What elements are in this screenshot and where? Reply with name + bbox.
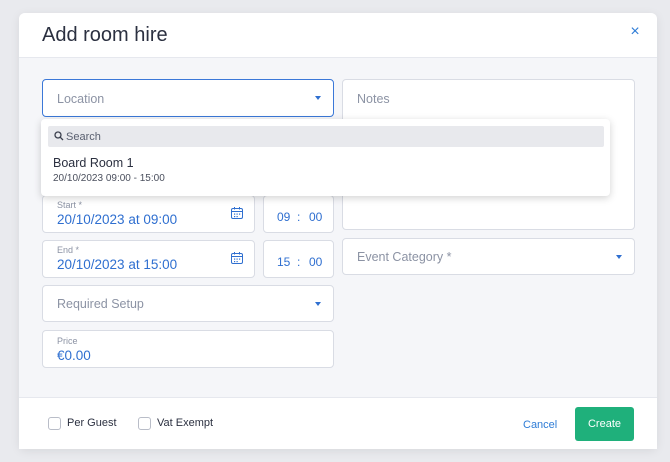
dropdown-search[interactable]	[48, 126, 604, 147]
time-separator: :	[297, 210, 301, 224]
start-date-field[interactable]: Start * 20/10/2023 at 09:00	[42, 195, 255, 233]
price-label: Price	[57, 336, 78, 346]
calendar-icon[interactable]	[230, 251, 244, 265]
event-category-select[interactable]: Event Category *	[342, 238, 635, 275]
start-minute[interactable]: 00	[309, 210, 322, 224]
time-separator: :	[297, 255, 301, 269]
end-label: End *	[57, 245, 80, 255]
end-value: 20/10/2023 at 15:00	[57, 257, 178, 272]
location-select[interactable]: Location	[42, 79, 334, 117]
modal-header: Add room hire ×	[19, 13, 657, 58]
start-time-field[interactable]: 09 : 00	[263, 195, 334, 233]
vat-exempt-label: Vat Exempt	[157, 417, 214, 429]
chevron-down-icon	[616, 254, 622, 259]
start-value: 20/10/2023 at 09:00	[57, 212, 178, 227]
vat-exempt-checkbox[interactable]	[138, 417, 151, 430]
modal-footer: Per Guest Vat Exempt Cancel Create	[19, 397, 657, 449]
dropdown-option[interactable]: Board Room 1 20/10/2023 09:00 - 15:00	[41, 151, 610, 193]
end-minute[interactable]: 00	[309, 255, 322, 269]
chevron-down-icon	[315, 301, 321, 306]
end-time-field[interactable]: 15 : 00	[263, 240, 334, 278]
search-icon	[54, 131, 64, 141]
calendar-icon[interactable]	[230, 206, 244, 220]
backdrop	[0, 0, 19, 462]
end-hour[interactable]: 15	[277, 255, 290, 269]
price-field[interactable]: Price €0.00	[42, 330, 334, 368]
required-setup-placeholder: Required Setup	[57, 297, 144, 311]
location-dropdown: Board Room 1 20/10/2023 09:00 - 15:00	[41, 119, 610, 196]
option-subtitle: 20/10/2023 09:00 - 15:00	[53, 173, 165, 184]
start-hour[interactable]: 09	[277, 210, 290, 224]
modal-title: Add room hire	[42, 24, 168, 46]
per-guest-checkbox[interactable]	[48, 417, 61, 430]
notes-placeholder: Notes	[357, 92, 390, 106]
event-category-placeholder: Event Category *	[357, 250, 452, 264]
start-label: Start *	[57, 200, 83, 210]
close-icon[interactable]: ×	[628, 24, 642, 40]
location-placeholder: Location	[57, 92, 105, 106]
search-input[interactable]	[66, 126, 596, 147]
cancel-button[interactable]: Cancel	[523, 419, 557, 431]
required-setup-select[interactable]: Required Setup	[42, 285, 334, 322]
end-date-field[interactable]: End * 20/10/2023 at 15:00	[42, 240, 255, 278]
price-value: €0.00	[57, 348, 91, 363]
option-title: Board Room 1	[53, 156, 134, 170]
create-button[interactable]: Create	[575, 407, 634, 441]
per-guest-label: Per Guest	[67, 417, 117, 429]
chevron-down-icon	[315, 96, 321, 100]
